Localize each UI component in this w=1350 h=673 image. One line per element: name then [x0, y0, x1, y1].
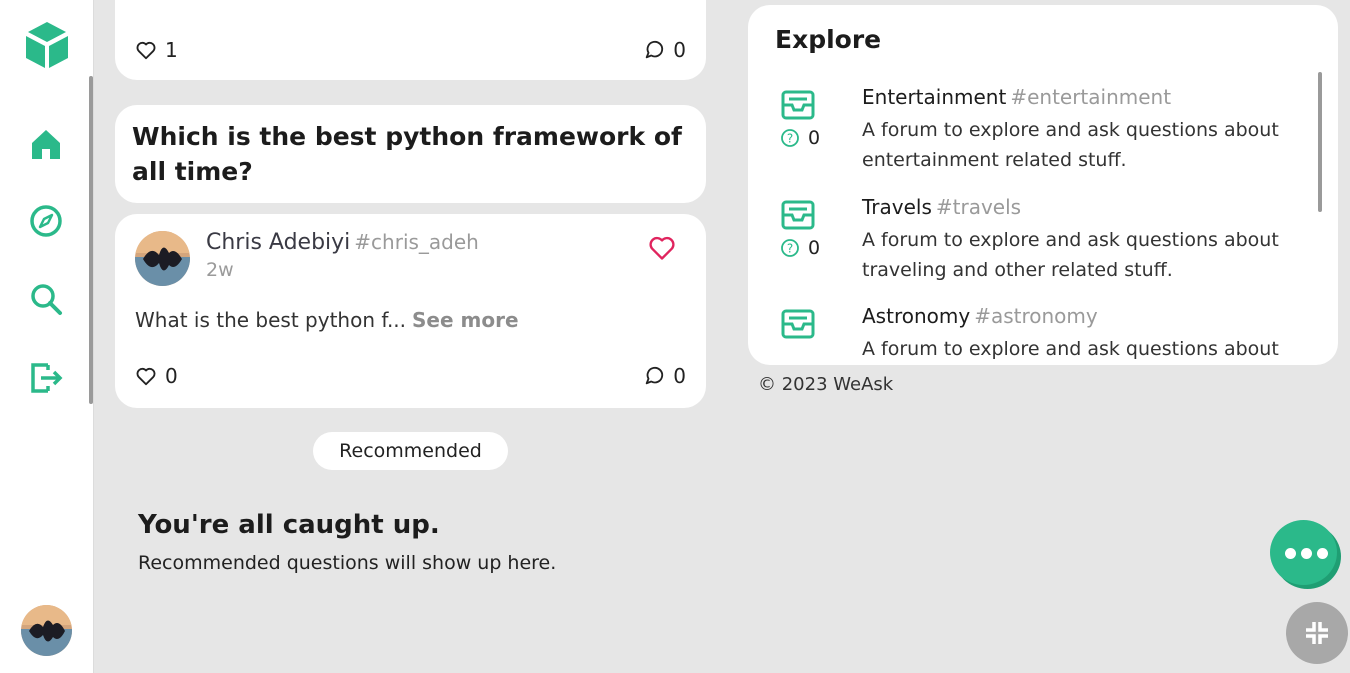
explore-scrollbar[interactable] [1318, 72, 1322, 212]
forum-description: A forum to explore and ask questions abo… [862, 338, 1279, 360]
chat-menu-button[interactable] [1270, 520, 1337, 585]
forum-tag: #travels [935, 195, 1022, 219]
author-name[interactable]: Chris Adebiyi [206, 230, 350, 255]
forum-question-count-value: 0 [808, 237, 821, 259]
forum-name-text: Entertainment [862, 85, 1007, 109]
inbox-icon [781, 90, 815, 120]
like-count: 0 [165, 364, 178, 388]
like-stat[interactable]: 0 [135, 364, 178, 388]
like-count: 1 [165, 38, 178, 62]
sidebar-scrollbar[interactable] [89, 76, 93, 404]
post-card: Chris Adebiyi #chris_adeh 2w What is the … [115, 214, 706, 408]
post-card-previous: 1 0 [115, 0, 706, 80]
question-circle-icon: ? [781, 129, 799, 147]
question-circle-icon: ? [781, 239, 799, 257]
dot-icon [1301, 548, 1312, 559]
forum-name: Astronomy #astronomy [862, 304, 1098, 328]
collapse-icon [1306, 622, 1328, 644]
author-avatar[interactable] [135, 231, 190, 286]
explore-panel: Explore ? 0 Entertainment #entertainment … [748, 5, 1338, 365]
heart-outline-icon [136, 367, 156, 386]
comment-stat[interactable]: 0 [643, 38, 686, 62]
home-icon[interactable] [28, 126, 64, 162]
minimize-button[interactable] [1286, 602, 1348, 664]
author-line: Chris Adebiyi #chris_adeh [206, 230, 479, 255]
forum-description: A forum to explore and ask questions abo… [862, 229, 1279, 281]
post-excerpt-text: What is the best python f... [135, 308, 407, 332]
forum-name-text: Travels [862, 195, 932, 219]
forum-name-text: Astronomy [862, 304, 971, 328]
author-handle[interactable]: #chris_adeh [354, 230, 479, 254]
forum-item[interactable]: Astronomy #astronomy A forum to explore a… [748, 304, 1318, 365]
sidebar [0, 0, 94, 673]
forum-question-count-value: 0 [808, 127, 821, 149]
comment-count: 0 [673, 38, 686, 62]
weask-logo-icon[interactable] [24, 20, 70, 70]
search-icon[interactable] [28, 281, 64, 317]
explore-title: Explore [775, 25, 882, 54]
see-more-link[interactable]: See more [412, 308, 519, 332]
forum-item[interactable]: ? 0 Travels #travels A forum to explore a… [748, 195, 1318, 305]
forum-tag: #entertainment [1010, 85, 1172, 109]
forum-item[interactable]: ? 0 Entertainment #entertainment A forum … [748, 85, 1318, 195]
svg-text:?: ? [787, 132, 793, 146]
post-time: 2w [206, 259, 234, 281]
dot-icon [1285, 548, 1296, 559]
forum-name: Entertainment #entertainment [862, 85, 1171, 109]
heart-outline-icon [136, 41, 156, 60]
recommended-button[interactable]: Recommended [313, 432, 508, 470]
forum-description: A forum to explore and ask questions abo… [862, 119, 1279, 171]
forum-tag: #astronomy [974, 304, 1098, 328]
caught-up-title: You're all caught up. [138, 510, 440, 540]
comment-icon [646, 40, 664, 59]
inbox-icon [781, 200, 815, 230]
copyright-text: © 2023 WeAsk [758, 374, 894, 395]
forum-name: Travels #travels [862, 195, 1021, 219]
comment-stat[interactable]: 0 [643, 364, 686, 388]
question-title: Which is the best python framework of al… [132, 122, 682, 186]
caught-up-subtitle: Recommended questions will show up here. [138, 552, 557, 574]
user-avatar[interactable] [21, 605, 72, 656]
heart-icon[interactable] [648, 234, 676, 262]
forum-question-count: ? 0 [780, 237, 820, 259]
question-title-card[interactable]: Which is the best python framework of al… [115, 105, 706, 203]
like-stat[interactable]: 1 [135, 38, 178, 62]
svg-text:?: ? [787, 242, 793, 256]
inbox-icon [781, 309, 815, 339]
dot-icon [1317, 548, 1328, 559]
comment-icon [646, 366, 664, 385]
explore-compass-icon[interactable] [28, 203, 64, 239]
comment-count: 0 [673, 364, 686, 388]
forum-question-count: ? 0 [780, 127, 820, 149]
post-excerpt: What is the best python f... See more [135, 308, 519, 332]
logout-icon[interactable] [28, 359, 64, 395]
